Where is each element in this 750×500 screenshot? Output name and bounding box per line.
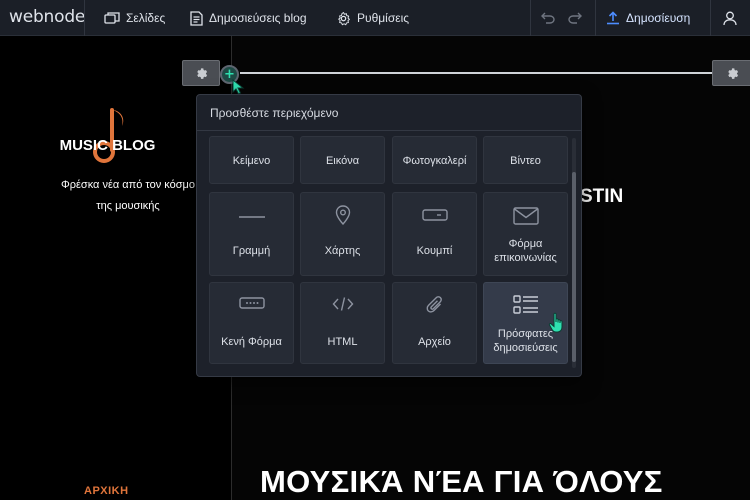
- nav-pages-label: Σελίδες: [126, 11, 166, 25]
- gear-icon: [728, 68, 739, 79]
- tile-label: Βίντεο: [510, 155, 541, 167]
- line-icon: [210, 215, 293, 219]
- section-insert-line: [240, 72, 712, 74]
- tile-file[interactable]: Αρχείο: [392, 282, 477, 364]
- blog-subtitle-line2: της μουσικής: [96, 200, 160, 212]
- nav-settings-label: Ρυθμίσεις: [357, 11, 410, 25]
- tile-label: Γραμμή: [232, 245, 271, 257]
- editor-app: MUSIC BLOG Φρέσκα νέα από τον κόσμο της …: [0, 0, 750, 500]
- tile-label: Φωτογκαλερί: [402, 155, 467, 167]
- tile-text[interactable]: Κείμενο: [209, 136, 294, 184]
- topbar-divider: [84, 0, 85, 36]
- tile-label: Χάρτης: [324, 245, 361, 257]
- nav-blog-posts[interactable]: Δημοσιεύσεις blog: [190, 0, 307, 36]
- gear-icon: [197, 68, 208, 79]
- tile-empty-form[interactable]: Κενή Φόρμα: [209, 282, 294, 364]
- redo-button[interactable]: [566, 9, 584, 27]
- post-heading-partial: STIN: [580, 186, 624, 207]
- nav-blog-posts-label: Δημοσιεύσεις blog: [209, 11, 307, 25]
- tile-label-line2: επικοινωνίας: [494, 252, 557, 264]
- nav-pages[interactable]: Σελίδες: [104, 0, 165, 36]
- tile-map[interactable]: Χάρτης: [300, 192, 385, 276]
- envelope-icon: [484, 207, 567, 225]
- pages-icon: [104, 12, 120, 24]
- topbar-divider: [710, 0, 711, 36]
- tile-label-line2: δημοσιεύσεις: [493, 342, 558, 354]
- blog-posts-icon: [190, 10, 203, 26]
- tile-button[interactable]: Κουμπί: [392, 192, 477, 276]
- tile-label: HTML: [327, 336, 358, 348]
- hand-pointer-cursor-icon: [548, 312, 563, 333]
- panel-scrollbar-thumb[interactable]: [572, 172, 576, 362]
- tile-label: Φόρμα: [508, 238, 543, 250]
- topbar-divider: [530, 0, 531, 36]
- tile-label: Κείμενο: [232, 155, 271, 167]
- add-content-panel: Προσθέστε περιεχόμενο Κείμενο Εικόνα Φωτ…: [196, 94, 582, 377]
- account-button[interactable]: [721, 9, 739, 27]
- nav-settings[interactable]: Ρυθμίσεις: [336, 0, 409, 36]
- tile-html[interactable]: HTML: [300, 282, 385, 364]
- blog-subtitle-line1: Φρέσκα νέα από τον κόσμο: [60, 179, 196, 191]
- tile-label: Πρόσφατες: [497, 328, 554, 340]
- section-settings-button-left[interactable]: [182, 60, 220, 86]
- redo-icon: [568, 12, 582, 24]
- editor-topbar: webnode Σελίδες Δημοσιεύσεις blog Ρυθμίσ…: [0, 0, 750, 36]
- user-icon: [723, 11, 737, 25]
- tile-image[interactable]: Εικόνα: [300, 136, 385, 184]
- publish-button[interactable]: Δημοσίευση: [606, 0, 690, 36]
- tile-label: Εικόνα: [325, 155, 360, 167]
- paperclip-icon: [393, 295, 476, 315]
- topbar-divider: [595, 0, 596, 36]
- publish-label: Δημοσίευση: [626, 11, 691, 25]
- section-settings-button-right[interactable]: [712, 60, 750, 86]
- blog-subtitle: Φρέσκα νέα από τον κόσμο της μουσικής: [48, 175, 208, 217]
- menu-item-home[interactable]: ΑΡΧΙΚΗ: [84, 485, 129, 497]
- tile-line[interactable]: Γραμμή: [209, 192, 294, 276]
- tile-label: Κουμπί: [416, 245, 453, 257]
- tile-label: Αρχείο: [418, 336, 451, 348]
- undo-button[interactable]: [539, 9, 557, 27]
- tile-photogallery[interactable]: Φωτογκαλερί: [392, 136, 477, 184]
- blog-title: MUSIC BLOG: [59, 137, 156, 154]
- mouse-cursor-icon: [232, 79, 245, 95]
- upload-icon: [607, 11, 619, 25]
- main-heading: ΜΟΥΣΙΚΆ ΝΈΑ ΓΙΑ ΌΛΟΥΣ: [260, 464, 663, 499]
- map-pin-icon: [301, 205, 384, 225]
- webnode-logo[interactable]: webnode: [9, 7, 85, 27]
- panel-title: Προσθέστε περιεχόμενο: [197, 95, 581, 131]
- tile-label: Κενή Φόρμα: [221, 336, 282, 348]
- gear-icon: [338, 11, 350, 25]
- undo-icon: [541, 12, 555, 24]
- tile-contact-form[interactable]: Φόρμα επικοινωνίας: [483, 192, 568, 276]
- empty-form-icon: [210, 297, 293, 309]
- button-icon: [393, 209, 476, 221]
- code-icon: [301, 296, 384, 312]
- tile-video[interactable]: Βίντεο: [483, 136, 568, 184]
